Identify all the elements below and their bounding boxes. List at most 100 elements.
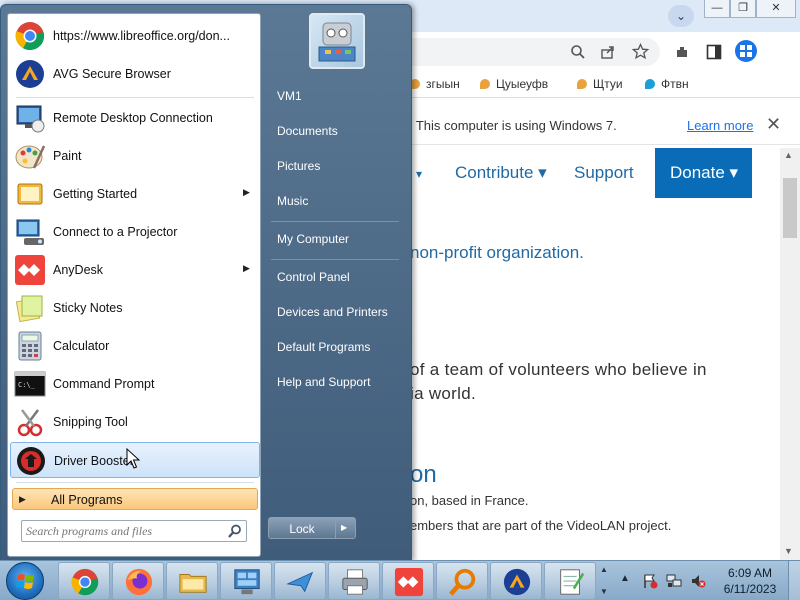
avg-browser-icon xyxy=(503,568,531,596)
taskbar-scroll-down-icon[interactable]: ▼ xyxy=(600,587,608,596)
program-label: Remote Desktop Connection xyxy=(53,111,213,125)
infobar-close-icon[interactable]: ✕ xyxy=(766,114,781,135)
show-desktop-button[interactable] xyxy=(788,561,800,600)
search-app-icon xyxy=(449,568,476,596)
right-item-my-computer[interactable]: My Computer xyxy=(265,224,407,254)
right-item-label: Devices and Printers xyxy=(277,305,388,319)
right-item-user[interactable]: VM1 xyxy=(265,81,407,111)
close-button[interactable]: ✕ xyxy=(756,0,796,18)
clock-date: 6/11/2023 xyxy=(723,582,777,596)
bookmark-item[interactable]: Цуыеуфв xyxy=(480,77,548,91)
avg-browser-icon xyxy=(16,60,44,88)
all-programs-button[interactable]: ▶ All Programs xyxy=(12,488,258,510)
tab-search-button[interactable]: ⌄ xyxy=(668,5,694,27)
lock-button[interactable]: Lock ▶ xyxy=(268,517,356,539)
search-icon[interactable] xyxy=(227,523,243,539)
program-label: Command Prompt xyxy=(53,377,155,391)
taskbar-app-search-tool[interactable] xyxy=(436,562,488,600)
nav-support[interactable]: Support xyxy=(574,163,634,183)
pinned-item-libreoffice[interactable]: https://www.libreoffice.org/don... xyxy=(10,18,260,54)
anydesk-icon xyxy=(15,255,45,285)
content-paragraph-line: of a team of volunteers who believe in xyxy=(410,360,707,379)
taskbar-app-chrome[interactable] xyxy=(58,562,110,600)
control-panel-icon xyxy=(234,569,260,595)
menu-separator xyxy=(271,221,399,222)
minimize-button[interactable]: — xyxy=(704,0,730,18)
learn-more-link[interactable]: Learn more xyxy=(687,118,753,133)
program-label: Driver Booster xyxy=(54,454,134,468)
right-item-label: Pictures xyxy=(277,159,321,173)
volume-muted-icon[interactable] xyxy=(690,573,706,589)
user-account-picture[interactable] xyxy=(309,13,365,69)
taskbar-app-avg-browser[interactable] xyxy=(490,562,542,600)
chrome-icon xyxy=(15,22,45,51)
program-calculator[interactable]: Calculator xyxy=(10,328,260,364)
scroll-down-icon[interactable]: ▼ xyxy=(784,546,793,556)
shutdown-options-arrow-icon[interactable]: ▶ xyxy=(341,523,347,532)
right-item-label: Documents xyxy=(277,124,338,138)
right-item-devices-printers[interactable]: Devices and Printers xyxy=(265,297,407,327)
windows-logo-icon xyxy=(16,574,34,589)
section-title: on xyxy=(410,461,437,488)
program-remote-desktop[interactable]: Remote Desktop Connection xyxy=(10,100,260,136)
calculator-icon xyxy=(18,331,42,361)
action-center-flag-icon[interactable] xyxy=(642,573,658,589)
right-item-label: Music xyxy=(277,194,309,208)
extensions-icon[interactable] xyxy=(674,44,690,60)
program-label: Snipping Tool xyxy=(53,415,128,429)
projector-icon xyxy=(16,219,44,245)
bookmark-item[interactable]: Фтвн xyxy=(645,77,689,91)
nav-contribute[interactable]: Contribute ▾ xyxy=(455,163,547,183)
right-item-control-panel[interactable]: Control Panel xyxy=(265,262,407,292)
nav-dropdown-arrow-icon[interactable]: ▾ xyxy=(416,167,422,181)
start-button[interactable] xyxy=(6,562,44,600)
share-icon[interactable] xyxy=(600,44,616,60)
taskbar-app-vm-agent[interactable] xyxy=(274,562,326,600)
submenu-arrow-icon: ▶ xyxy=(243,263,250,273)
taskbar-clock[interactable]: 6:09 AM 6/11/2023 xyxy=(718,565,782,597)
program-connect-projector[interactable]: Connect to a Projector xyxy=(10,214,260,250)
right-item-label: My Computer xyxy=(277,232,350,246)
taskbar-app-control-panel[interactable] xyxy=(220,562,272,600)
right-item-help-support[interactable]: Help and Support xyxy=(265,367,407,397)
right-item-pictures[interactable]: Pictures xyxy=(265,151,407,181)
taskbar-app-firefox[interactable] xyxy=(112,562,164,600)
scroll-up-icon[interactable]: ▲ xyxy=(784,150,793,160)
taskbar-app-printer[interactable] xyxy=(328,562,380,600)
vm-agent-icon xyxy=(286,571,314,593)
star-icon[interactable] xyxy=(632,43,649,60)
taskbar-scroll-up-icon[interactable]: ▲ xyxy=(600,565,608,574)
search-icon[interactable] xyxy=(570,44,586,60)
page-scrollbar[interactable]: ▲ ▼ xyxy=(780,148,800,560)
program-snipping-tool[interactable]: Snipping Tool xyxy=(10,404,260,440)
right-item-music[interactable]: Music xyxy=(265,186,407,216)
program-paint[interactable]: Paint xyxy=(10,138,260,174)
scroll-thumb[interactable] xyxy=(783,178,797,238)
profile-avatar[interactable] xyxy=(735,40,757,62)
taskbar-app-anydesk[interactable] xyxy=(382,562,434,600)
program-sticky-notes[interactable]: Sticky Notes xyxy=(10,290,260,326)
network-icon[interactable] xyxy=(666,573,682,589)
program-anydesk[interactable]: AnyDesk ▶ xyxy=(10,252,260,288)
bookmark-item[interactable]: згыын xyxy=(410,77,460,91)
nav-donate-button[interactable]: Donate ▾ xyxy=(655,148,752,198)
start-search-input[interactable] xyxy=(26,523,222,539)
show-hidden-icons-arrow[interactable]: ▲ xyxy=(620,573,630,584)
program-command-prompt[interactable]: C:\_ Command Prompt xyxy=(10,366,260,402)
content-line: on, based in France. xyxy=(410,493,529,508)
taskbar-app-notepad[interactable] xyxy=(544,562,596,600)
pinned-item-avg-browser[interactable]: AVG Secure Browser xyxy=(10,56,260,92)
start-search-box[interactable] xyxy=(21,520,247,542)
right-item-default-programs[interactable]: Default Programs xyxy=(265,332,407,362)
bookmark-item[interactable]: Щтуи xyxy=(577,77,623,91)
content-heading: non-profit organization. xyxy=(410,243,584,262)
maximize-button[interactable]: ❐ xyxy=(730,0,756,18)
right-item-label: Default Programs xyxy=(277,340,371,354)
taskbar-app-explorer[interactable] xyxy=(166,562,218,600)
content-line: embers that are part of the VideoLAN pro… xyxy=(410,518,672,533)
firefox-icon xyxy=(125,568,153,596)
taskbar-scroll[interactable]: ▲ ▼ xyxy=(598,563,612,599)
sidebar-icon[interactable] xyxy=(706,44,722,60)
right-item-documents[interactable]: Documents xyxy=(265,116,407,146)
program-getting-started[interactable]: Getting Started ▶ xyxy=(10,176,260,212)
